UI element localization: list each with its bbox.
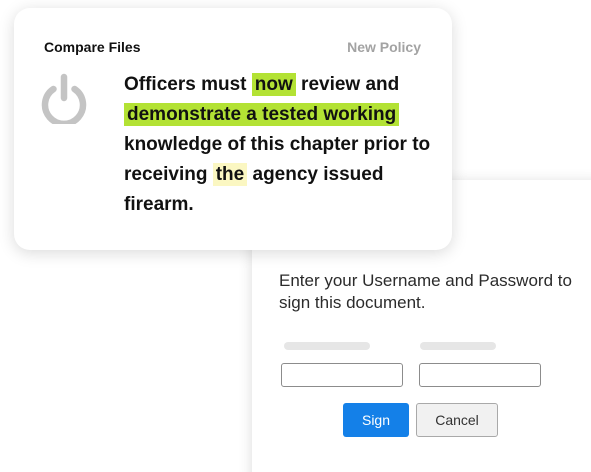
policy-text-segment: review and [295,74,400,95]
password-label-placeholder [420,342,496,350]
compare-files-title: Compare Files [44,39,141,55]
new-policy-label: New Policy [347,39,421,55]
sign-button[interactable]: Sign [343,403,409,437]
cancel-button[interactable]: Cancel [416,403,498,437]
policy-text: Officers must now review and demonstrate… [124,70,444,220]
username-label-placeholder [284,342,370,350]
compare-files-card: Compare Files New Policy Officers must n… [14,8,452,250]
highlight-changed: the [212,163,248,186]
sign-prompt: Enter your Username and Password to sign… [279,271,572,312]
highlight-added: demonstrate a tested working [124,103,400,126]
password-input[interactable] [419,363,541,387]
policy-text-segment: Officers must [124,74,252,95]
power-icon [41,73,87,124]
username-input[interactable] [281,363,403,387]
stage: Enter your Username and Password to sign… [0,0,591,472]
highlight-added: now [251,73,296,96]
